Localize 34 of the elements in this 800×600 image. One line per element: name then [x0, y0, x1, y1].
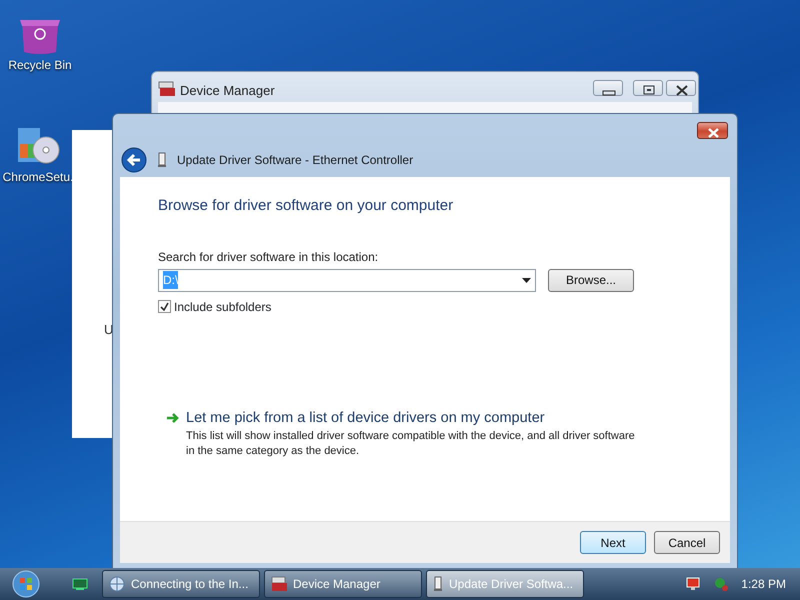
- network-adapter-icon: [157, 152, 167, 168]
- window-title: Device Manager: [180, 82, 275, 100]
- network-globe-icon: [109, 576, 125, 592]
- field-label: Search for driver software in this location:: [158, 248, 380, 266]
- command-link-description: This list will show installed driver software compatible with the device, and all driver software in the same category as the device.: [186, 429, 636, 458]
- taskbar-button[interactable]: Device Manager: [264, 570, 422, 598]
- desktop-icon-label[interactable]: ChromeSetu.: [2, 168, 74, 186]
- close-button[interactable]: [697, 122, 728, 139]
- dialog-title: Update Driver Software - Ethernet Controller: [177, 152, 414, 169]
- toolbox-icon: [271, 576, 287, 592]
- maximize-button[interactable]: [633, 80, 663, 96]
- next-button[interactable]: Next: [580, 531, 646, 554]
- checkbox-label[interactable]: Include subfolders: [174, 298, 272, 316]
- toolbox-icon: [158, 81, 176, 97]
- close-button[interactable]: [666, 80, 696, 96]
- clock[interactable]: 1:28 PM: [741, 575, 786, 593]
- desktop-icon-label[interactable]: Recycle Bin: [8, 56, 72, 74]
- taskbar-button[interactable]: Connecting to the In...: [102, 570, 260, 598]
- arrow-right-icon: [166, 412, 180, 424]
- browse-button[interactable]: Browse...: [548, 268, 634, 292]
- maximize-icon: [644, 86, 654, 95]
- close-icon: [708, 128, 720, 138]
- monitor-icon[interactable]: [72, 577, 88, 591]
- cancel-button[interactable]: Cancel: [654, 531, 720, 554]
- network-adapter-icon: [433, 576, 443, 592]
- close-icon: [676, 85, 688, 96]
- minimize-icon: [602, 90, 616, 96]
- command-link[interactable]: Let me pick from a list of device drivers on my computer: [186, 408, 636, 430]
- back-button[interactable]: [121, 147, 147, 173]
- action-center-flag-icon[interactable]: [685, 576, 702, 592]
- minimize-button[interactable]: [593, 80, 623, 96]
- page-heading: Browse for driver software on your computer: [158, 196, 454, 216]
- dropdown-arrow-icon[interactable]: [522, 278, 531, 282]
- checkbox[interactable]: [158, 300, 171, 313]
